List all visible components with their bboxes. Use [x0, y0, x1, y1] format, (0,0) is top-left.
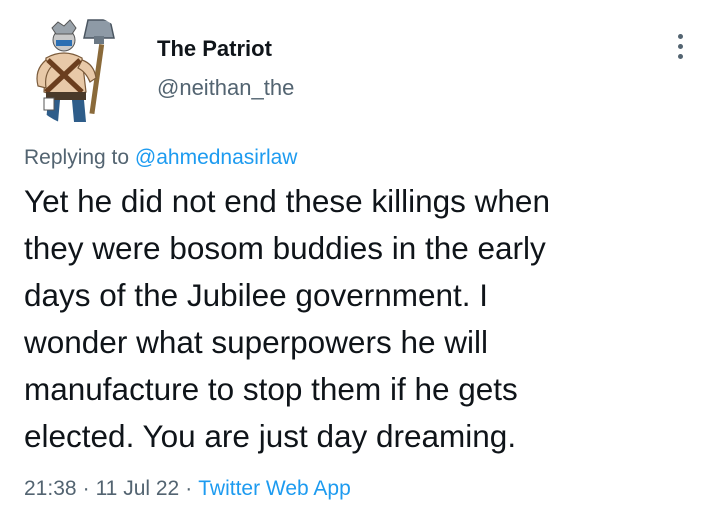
tweet-text-line: elected. You are just day dreaming.	[24, 418, 517, 454]
display-name[interactable]: The Patriot	[157, 35, 272, 63]
tweet-text-line: they were bosom buddies in the early	[24, 230, 546, 266]
more-dots-icon	[677, 43, 683, 49]
hammer-warrior-avatar-icon	[24, 14, 136, 126]
replying-to-label: Replying to	[24, 146, 135, 169]
more-dots-icon	[677, 33, 683, 39]
tweet-text-line: Yet he did not end these killings when	[24, 183, 550, 219]
meta-separator: ·	[185, 477, 193, 500]
tweet-source-link[interactable]: Twitter Web App	[198, 477, 351, 500]
meta-separator: ·	[82, 477, 90, 500]
tweet-text-line: manufacture to stop them if he gets	[24, 371, 518, 407]
tweet-text-line: days of the Jubilee government. I	[24, 277, 489, 313]
more-dots-icon	[677, 53, 683, 59]
tweet-card: The Patriot @neithan_the Replying to @ah…	[0, 0, 720, 529]
tweet-text-line: wonder what superpowers he will	[24, 324, 488, 360]
user-handle[interactable]: @neithan_the	[157, 74, 294, 102]
mention-link[interactable]: @ahmednasirlaw	[135, 146, 298, 169]
more-options-button[interactable]	[664, 28, 696, 64]
replying-to: Replying to @ahmednasirlaw	[24, 145, 297, 171]
avatar[interactable]	[24, 14, 136, 126]
tweet-date[interactable]: 11 Jul 22	[96, 477, 180, 500]
tweet-meta: 21:38 · 11 Jul 22 · Twitter Web App	[24, 475, 351, 503]
tweet-time[interactable]: 21:38	[24, 477, 77, 500]
tweet-text: Yet he did not end these killings when t…	[24, 178, 704, 460]
